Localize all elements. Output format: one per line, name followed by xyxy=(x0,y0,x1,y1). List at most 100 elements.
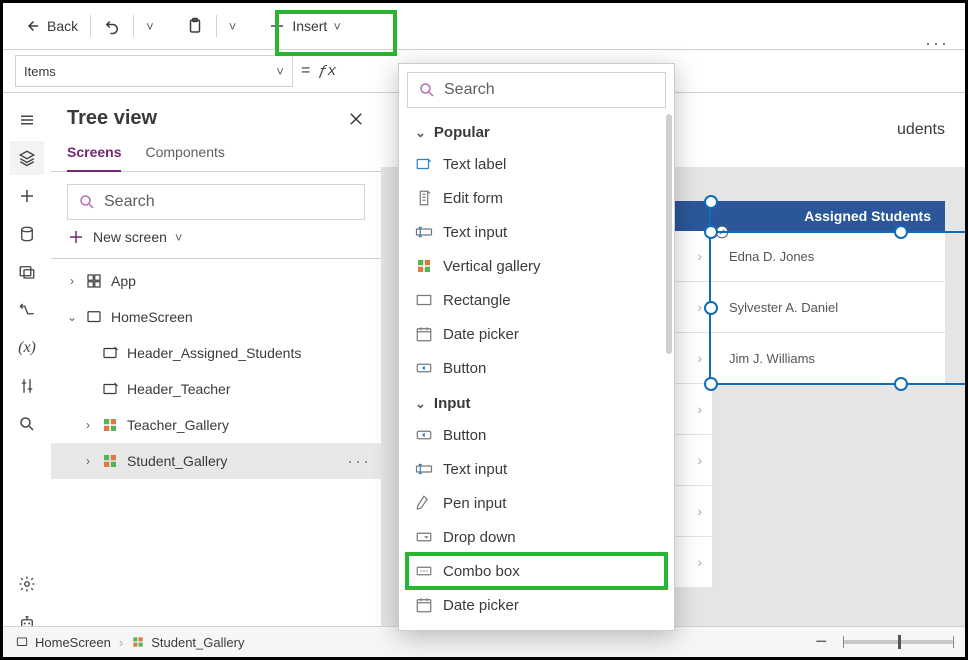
rail-tools[interactable] xyxy=(10,369,44,403)
rail-data[interactable] xyxy=(10,217,44,251)
crumb-student-gallery[interactable]: Student_Gallery xyxy=(131,635,244,650)
tree-item-app[interactable]: › App xyxy=(51,263,381,299)
equals-label: = xyxy=(301,62,310,80)
gallery-row-label: Sylvester A. Daniel xyxy=(729,300,838,315)
selection-handle[interactable] xyxy=(894,377,908,391)
plus-icon xyxy=(268,17,286,35)
button-icon xyxy=(415,359,433,377)
dd-vertical-gallery[interactable]: Vertical gallery xyxy=(407,249,666,283)
insert-dropdown: Search ⌄Popular Text label Edit form Tex… xyxy=(398,63,675,631)
tree-item-teacher-gallery[interactable]: › Teacher_Gallery xyxy=(51,407,381,443)
label-icon xyxy=(101,344,119,362)
row-chevron[interactable]: › xyxy=(673,231,713,281)
rail-tree-view[interactable] xyxy=(10,141,44,175)
row-chevron[interactable]: › xyxy=(673,434,713,485)
tab-screens[interactable]: Screens xyxy=(67,136,121,172)
more-button[interactable]: ··· xyxy=(347,451,371,472)
chevron-right-icon: › xyxy=(119,635,123,650)
command-bar: Back ˅ ˅ Insert ˅ xyxy=(3,3,965,50)
tree-item-header-teacher[interactable]: Header_Teacher xyxy=(51,371,381,407)
dd-button-input[interactable]: Button xyxy=(407,418,666,452)
calendar-icon xyxy=(415,325,433,343)
crumb-homescreen[interactable]: HomeScreen xyxy=(15,635,111,650)
property-name: Items xyxy=(24,64,56,79)
tree-item-header-students[interactable]: Header_Assigned_Students xyxy=(51,335,381,371)
student-gallery[interactable]: Assigned Students Edna D. Jones Sylveste… xyxy=(711,201,945,384)
dd-text-input[interactable]: Text input xyxy=(407,215,666,249)
selection-handle[interactable] xyxy=(704,195,718,209)
new-screen-button[interactable]: New screen ˅ xyxy=(67,228,365,246)
zoom-slider[interactable] xyxy=(843,640,953,644)
insert-button[interactable]: Insert ˅ xyxy=(260,10,349,42)
row-chevron[interactable]: › xyxy=(673,485,713,536)
rail-insert[interactable] xyxy=(10,179,44,213)
selection-handle[interactable] xyxy=(704,301,718,315)
label-icon xyxy=(101,380,119,398)
selection-handle[interactable] xyxy=(704,225,718,239)
selection-handle[interactable] xyxy=(704,377,718,391)
tree-search-input[interactable]: Search xyxy=(67,184,365,220)
rail-search[interactable] xyxy=(10,407,44,441)
dropdown-search-input[interactable]: Search xyxy=(407,72,666,108)
dd-button-popular[interactable]: Button xyxy=(407,351,666,385)
separator xyxy=(90,15,91,37)
dd-combo-box[interactable]: Combo box xyxy=(407,554,666,588)
insert-label: Insert xyxy=(292,18,327,34)
row-chevron[interactable]: › xyxy=(673,536,713,587)
chevron-right-icon: › xyxy=(67,274,77,288)
layers-icon xyxy=(18,149,36,167)
row-chevron[interactable]: › xyxy=(673,332,713,383)
paste-button[interactable] xyxy=(178,10,212,42)
flow-icon xyxy=(18,301,36,319)
screen-icon xyxy=(15,635,29,649)
paste-split[interactable]: ˅ xyxy=(221,10,245,42)
gallery-header: Assigned Students xyxy=(711,201,945,231)
dd-drop-down[interactable]: Drop down xyxy=(407,520,666,554)
selection-handle[interactable] xyxy=(894,225,908,239)
rail-hamburger[interactable] xyxy=(10,103,44,137)
separator xyxy=(133,15,134,37)
tree-item-student-gallery[interactable]: › Student_Gallery ··· xyxy=(51,443,381,479)
left-gallery-peek: › › › › › › › xyxy=(673,201,713,587)
dd-edit-form[interactable]: Edit form xyxy=(407,181,666,215)
rail-flows[interactable] xyxy=(10,293,44,327)
undo-split[interactable]: ˅ xyxy=(138,10,162,42)
back-button[interactable]: Back xyxy=(15,10,86,42)
dd-date-picker-2[interactable]: Date picker xyxy=(407,588,666,622)
gear-icon xyxy=(18,575,36,593)
chevron-down-icon: ˅ xyxy=(175,230,183,245)
dd-rectangle[interactable]: Rectangle xyxy=(407,283,666,317)
dd-text-input-2[interactable]: Text input xyxy=(407,452,666,486)
variable-icon: (x) xyxy=(18,339,36,357)
rail-media[interactable] xyxy=(10,255,44,289)
rail-settings[interactable] xyxy=(10,567,44,601)
crumb-label: Student_Gallery xyxy=(151,635,244,650)
main-area: (x) Tree view Screens Components Search xyxy=(3,93,965,629)
dd-text-label[interactable]: Text label xyxy=(407,147,666,181)
scrollbar[interactable] xyxy=(666,114,672,354)
dd-pen-input[interactable]: Pen input xyxy=(407,486,666,520)
property-selector[interactable]: Items ˅ xyxy=(15,55,293,87)
gallery-row[interactable]: Edna D. Jones xyxy=(711,231,945,282)
tree-item-label: Header_Assigned_Students xyxy=(127,345,301,361)
app-icon xyxy=(85,272,103,290)
back-label: Back xyxy=(47,18,78,34)
rail-vars[interactable]: (x) xyxy=(10,331,44,365)
separator xyxy=(216,15,217,37)
undo-button[interactable] xyxy=(95,10,129,42)
left-rail: (x) xyxy=(3,93,52,639)
dd-date-picker[interactable]: Date picker xyxy=(407,317,666,351)
tree-title: Tree view xyxy=(67,107,157,130)
overflow-button[interactable]: ··· xyxy=(925,33,949,54)
dropdown-section-popular[interactable]: ⌄Popular xyxy=(407,114,666,147)
gallery-row[interactable]: Jim J. Williams xyxy=(711,333,945,384)
row-chevron[interactable]: › xyxy=(673,383,713,434)
tab-components[interactable]: Components xyxy=(145,136,224,171)
dropdown-section-input[interactable]: ⌄Input xyxy=(407,385,666,418)
close-tree-button[interactable] xyxy=(347,110,365,128)
tools-icon xyxy=(18,377,36,395)
tree-item-label: Header_Teacher xyxy=(127,381,231,397)
gallery-row[interactable]: Sylvester A. Daniel xyxy=(711,282,945,333)
tree-item-label: Teacher_Gallery xyxy=(127,417,229,433)
tree-item-homescreen[interactable]: ⌄ HomeScreen xyxy=(51,299,381,335)
